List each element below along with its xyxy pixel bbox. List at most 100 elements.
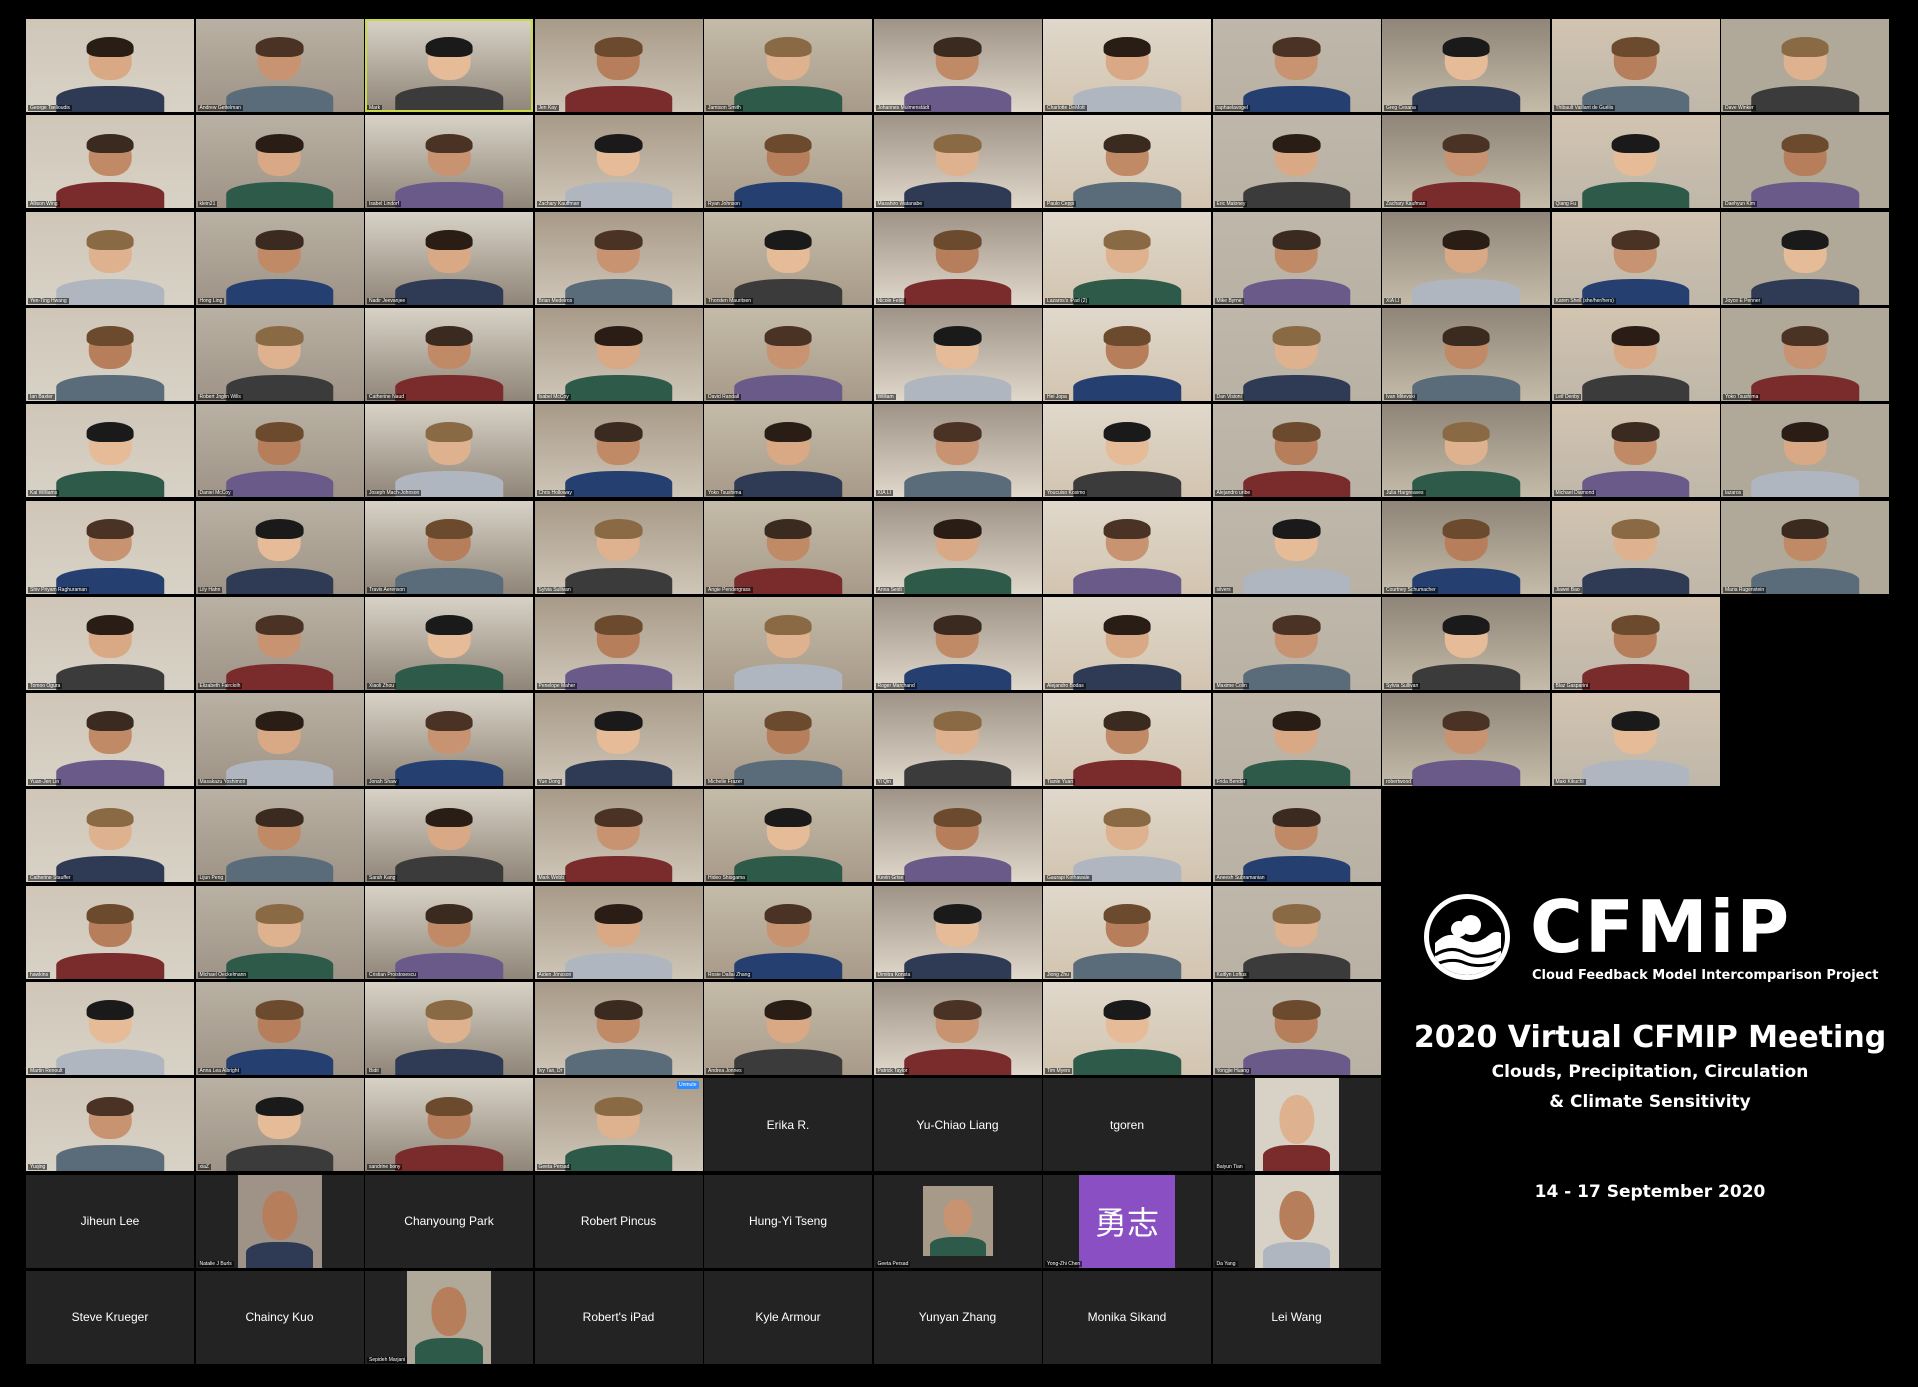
participant-tile[interactable]: Paulo Ceppi — [1043, 115, 1211, 209]
participant-tile[interactable]: Zachary Kaufman — [1382, 115, 1550, 209]
participant-tile[interactable]: Lijun Peng — [195, 789, 364, 883]
participant-tile[interactable]: Martin Renoult — [26, 982, 194, 1075]
participant-tile[interactable]: Yuan-Jen Lin — [26, 693, 194, 787]
participant-tile[interactable]: Karen Shell (she/her/hers) — [1551, 211, 1720, 305]
participant-tile[interactable]: Catherine Stauffer — [26, 789, 194, 883]
participant-tile[interactable]: Sylvia Sullivan — [1382, 596, 1550, 690]
participant-tile[interactable]: Charlotte DeMott — [1043, 19, 1211, 112]
participant-tile[interactable]: Penelope Maher — [534, 596, 703, 690]
participant-tile[interactable]: Maria Rugenstein — [1721, 500, 1889, 594]
participant-tile[interactable]: Geeta Persad Unmute — [534, 1078, 703, 1172]
participant-tile[interactable]: Tianle Yuan — [1043, 693, 1211, 787]
participant-tile[interactable]: Yongjie Huang — [1212, 982, 1381, 1075]
participant-tile[interactable]: Isabel McCoy — [534, 307, 703, 401]
participant-tile[interactable]: Travis Aerenson — [365, 500, 533, 594]
participant-tile[interactable]: Maki Kikuchi — [1551, 693, 1720, 787]
participant-tile[interactable]: Kyle Armour — [704, 1270, 872, 1364]
participant-tile[interactable]: Qiang Fu — [1551, 115, 1720, 209]
participant-tile[interactable]: hawkins — [26, 885, 194, 979]
participant-tile[interactable]: Allison Wing — [26, 115, 194, 209]
participant-tile[interactable]: Yue Dong — [534, 693, 703, 787]
participant-tile[interactable]: Michael Oeckelmann — [195, 885, 364, 979]
participant-tile[interactable]: Joseph Mach-Johnson — [365, 404, 533, 498]
participant-tile[interactable]: Aneesh Subramanian — [1212, 789, 1381, 883]
participant-tile[interactable]: Yu-Chiao Liang — [873, 1078, 1042, 1172]
participant-tile[interactable]: Hei Jopa — [1043, 307, 1211, 401]
participant-tile[interactable]: 勇志 Yong-Zhi Chen — [1043, 1174, 1211, 1268]
participant-tile[interactable]: XIA LI — [873, 404, 1042, 498]
participant-tile[interactable]: Kai Williams — [26, 404, 194, 498]
participant-tile[interactable]: Hung-Yi Tseng — [704, 1174, 872, 1268]
participant-tile[interactable]: Sepideh Marjani — [365, 1270, 533, 1364]
participant-tile[interactable]: Dan Visioni — [1212, 307, 1381, 401]
participant-tile[interactable]: Kevin Grise — [873, 789, 1042, 883]
participant-tile[interactable]: Kaitlyn Loftus — [1212, 885, 1381, 979]
participant-tile[interactable]: Mike Byrne — [1212, 211, 1381, 305]
participant-tile[interactable]: Yen-Ting Hwang — [26, 211, 194, 305]
participant-tile[interactable]: Masakazu Yoshimori — [195, 693, 364, 787]
participant-tile[interactable]: Yunyan Zhang — [873, 1270, 1042, 1364]
participant-tile[interactable]: Andrew Gettelman — [195, 19, 364, 112]
participant-tile[interactable]: Nadir Jeevanjee — [365, 211, 533, 305]
participant-tile[interactable]: Jonah Shaw — [365, 693, 533, 787]
participant-tile[interactable]: Alejandro uribe — [1212, 404, 1381, 498]
participant-tile[interactable]: Roger Marchand — [873, 596, 1042, 690]
participant-tile[interactable]: Angie Pendergrass — [704, 500, 872, 594]
participant-tile[interactable]: Michael Diamond — [1551, 404, 1720, 498]
participant-tile[interactable]: Natalie J Burls — [195, 1174, 364, 1268]
participant-tile[interactable]: Andrea Jonnes — [704, 982, 872, 1075]
participant-tile[interactable]: Tomoo Ogura — [26, 596, 194, 690]
participant-tile[interactable]: Yuqing — [26, 1078, 194, 1172]
participant-tile[interactable]: Nicole Feldl — [873, 211, 1042, 305]
participant-tile[interactable]: Dave Winker — [1721, 19, 1889, 112]
participant-tile[interactable] — [704, 596, 872, 690]
participant-tile[interactable]: Sylvia Sullivan — [534, 500, 703, 594]
participant-tile[interactable]: Patrick Taylor — [873, 982, 1042, 1075]
participant-tile[interactable]: Yi Qin — [873, 693, 1042, 787]
participant-tile[interactable]: Sarah Kang — [365, 789, 533, 883]
participant-tile[interactable]: Jiawei Bao — [1551, 500, 1720, 594]
participant-tile[interactable]: Jen Kay — [534, 19, 703, 112]
participant-tile[interactable]: silvers — [1212, 500, 1381, 594]
participant-tile[interactable]: Hong Ling — [195, 211, 364, 305]
unmute-badge[interactable]: Unmute — [676, 1081, 699, 1090]
participant-tile[interactable]: Alejandro Bodas — [1043, 596, 1211, 690]
participant-tile[interactable]: xiaZ — [195, 1078, 364, 1172]
participant-tile[interactable]: Isabel Lindorf — [365, 115, 533, 209]
participant-tile[interactable]: sandrine bony — [365, 1078, 533, 1172]
participant-tile[interactable]: Robert's iPad — [534, 1270, 703, 1364]
participant-tile[interactable]: Leif Denby — [1551, 307, 1720, 401]
participant-tile[interactable]: Joyce E Penner — [1721, 211, 1889, 305]
participant-tile[interactable]: Julia Hargreaves — [1382, 404, 1550, 498]
participant-tile[interactable]: Monika Sikand — [1043, 1270, 1211, 1364]
participant-tile[interactable]: William — [873, 307, 1042, 401]
participant-tile[interactable]: Yoko Tsushima — [1721, 307, 1889, 401]
participant-tile[interactable]: Ivan Mitevski — [1382, 307, 1550, 401]
participant-tile[interactable]: Elizabeth Fairclolh — [195, 596, 364, 690]
participant-tile[interactable]: Daniel McCoy — [195, 404, 364, 498]
participant-tile[interactable]: robertwood — [1382, 693, 1550, 787]
participant-tile[interactable]: Dimitra Konsta — [873, 885, 1042, 979]
participant-tile[interactable]: XIA LI — [1382, 211, 1550, 305]
participant-tile[interactable]: Youcuiso Kosimo — [1043, 404, 1211, 498]
participant-tile[interactable] — [1043, 500, 1211, 594]
participant-tile[interactable]: Shiv Priyam Raghuraman — [26, 500, 194, 594]
participant-tile[interactable]: Blaz Gasparini — [1551, 596, 1720, 690]
participant-tile[interactable]: Aiden Jönsson — [534, 885, 703, 979]
participant-tile[interactable]: Erika R. — [704, 1078, 872, 1172]
participant-tile[interactable]: Tim Myers — [1043, 982, 1211, 1075]
participant-tile[interactable]: raphaelavogel — [1212, 19, 1381, 112]
participant-tile[interactable]: Chaincy Kuo — [195, 1270, 364, 1364]
participant-tile[interactable]: Mark Webb — [534, 789, 703, 883]
participant-tile[interactable]: Ivy Tan, Dr — [534, 982, 703, 1075]
participant-tile[interactable]: Mark — [365, 19, 533, 112]
participant-tile[interactable]: Rosie Dallai Zhang — [704, 885, 872, 979]
participant-tile[interactable]: Baiyun Tian — [1212, 1078, 1381, 1172]
participant-tile[interactable]: Eric Maloney — [1212, 115, 1381, 209]
participant-tile[interactable]: David Randall — [704, 307, 872, 401]
participant-tile[interactable]: Jamison Smith — [704, 19, 872, 112]
participant-tile[interactable]: Zachary Kauffman — [534, 115, 703, 209]
participant-tile[interactable]: Courtney Schumacher — [1382, 500, 1550, 594]
participant-tile[interactable]: Cristian Proistosescu — [365, 885, 533, 979]
participant-tile[interactable]: klein21 — [195, 115, 364, 209]
